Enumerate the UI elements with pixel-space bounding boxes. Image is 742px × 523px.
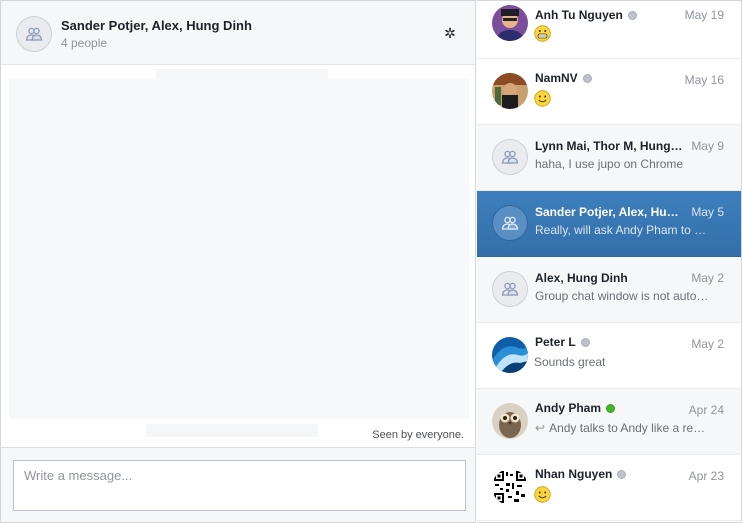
conversation-snippet: Really, will ask Andy Pham to …: [535, 223, 707, 237]
avatar: [492, 337, 528, 373]
conversation-date: May 2: [691, 337, 724, 351]
conversation-item[interactable]: Lynn Mai, Thor M, Hung… May 9 haha, I us…: [477, 125, 741, 191]
conversation-item[interactable]: Alex, Hung Dinh May 2 Group chat window …: [477, 257, 741, 323]
conversation-snippet: Group chat window is not auto…: [535, 289, 709, 303]
photo-avatar-icon: [492, 5, 528, 41]
photo-avatar-icon: [492, 73, 528, 109]
group-avatar: [492, 271, 528, 307]
conversation-name: Sander Potjer, Alex, Hu…: [535, 205, 679, 219]
reply-icon: ↩: [535, 421, 546, 435]
conversation-item[interactable]: Peter L May 2 Sounds great: [477, 323, 741, 389]
smile-emoji-icon: [534, 486, 551, 503]
conversation-name: Alex, Hung Dinh: [535, 271, 628, 285]
conversation-snippet: ↩ Andy talks to Andy like a re…: [535, 421, 706, 435]
smile-emoji-icon: [534, 90, 551, 107]
owl-avatar-icon: [492, 403, 528, 439]
group-avatar: [16, 16, 52, 52]
conversation-name: NamNV: [535, 71, 592, 85]
loading-placeholder: [146, 424, 318, 437]
offline-status-icon: [580, 338, 590, 347]
group-icon: [501, 216, 519, 230]
gear-icon[interactable]: ✲: [442, 25, 458, 41]
conversation-list: Anh Tu Nguyen May 19 NamNV May 16 Lynn M…: [477, 0, 742, 523]
group-avatar: [492, 139, 528, 175]
group-icon: [501, 150, 519, 164]
group-avatar: [492, 205, 528, 241]
conversation-item-selected[interactable]: Sander Potjer, Alex, Hu… May 5 Really, w…: [477, 191, 741, 257]
conversation-name: Andy Pham: [535, 401, 616, 415]
chat-header: Sander Potjer, Alex, Hung Dinh 4 people …: [1, 1, 475, 65]
group-icon: [25, 27, 43, 41]
offline-status-icon: [627, 11, 637, 20]
message-input[interactable]: [13, 460, 466, 511]
conversation-date: May 5: [691, 205, 724, 219]
conversation-date: May 16: [684, 73, 724, 87]
avatar: [492, 403, 528, 439]
avatar: [492, 469, 528, 505]
group-icon: [501, 282, 519, 296]
wave-avatar-icon: [492, 337, 528, 373]
loading-placeholder: [156, 69, 328, 79]
conversation-name: Lynn Mai, Thor M, Hung…: [535, 139, 683, 153]
conversation-item[interactable]: NamNV May 16: [477, 59, 741, 125]
conversation-date: May 2: [691, 271, 724, 285]
chat-title: Sander Potjer, Alex, Hung Dinh: [61, 18, 252, 33]
conversation-item[interactable]: Anh Tu Nguyen May 19: [477, 1, 741, 59]
conversation-name: Peter L: [535, 335, 590, 349]
online-status-icon: [606, 404, 616, 413]
conversation-snippet: haha, I use jupo on Chrome: [535, 157, 684, 171]
chat-pane: Sander Potjer, Alex, Hung Dinh 4 people …: [0, 0, 476, 523]
qr-avatar-icon: [492, 469, 528, 505]
conversation-item[interactable]: Nhan Nguyen Apr 23: [477, 455, 741, 521]
avatar: [492, 5, 528, 41]
conversation-snippet: Sounds great: [534, 355, 606, 369]
seen-status: Seen by everyone.: [372, 429, 464, 441]
conversation-name: Anh Tu Nguyen: [535, 8, 637, 22]
conversation-name: Nhan Nguyen: [535, 467, 627, 481]
chat-member-count: 4 people: [61, 36, 108, 50]
message-list: [9, 79, 469, 419]
offline-status-icon: [582, 74, 592, 83]
conversation-date: Apr 24: [688, 403, 724, 417]
composer: [1, 447, 475, 522]
grin-emoji-icon: [534, 25, 551, 42]
conversation-date: May 19: [684, 8, 724, 22]
offline-status-icon: [617, 470, 627, 479]
conversation-item[interactable]: Andy Pham Apr 24 ↩ Andy talks to Andy lik…: [477, 389, 741, 455]
conversation-date: Apr 23: [688, 469, 724, 483]
conversation-date: May 9: [691, 139, 724, 153]
message-area: Seen by everyone.: [1, 65, 475, 447]
avatar: [492, 73, 528, 109]
